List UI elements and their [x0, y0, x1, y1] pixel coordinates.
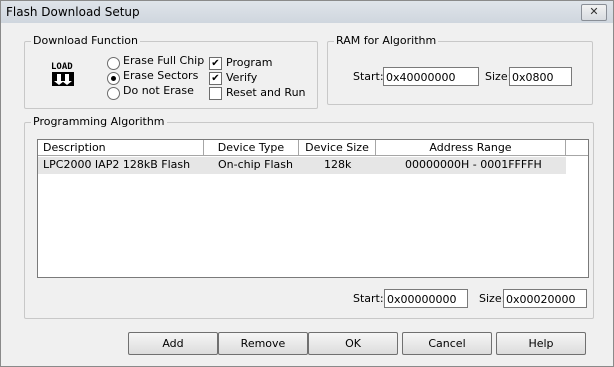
column-header-device-type[interactable]: Device Type	[204, 140, 299, 156]
ram-start-input[interactable]: 0x40000000	[383, 67, 479, 86]
close-button[interactable]: ✕	[581, 4, 607, 21]
algo-start-label: Start:	[353, 292, 384, 305]
ram-for-algorithm-group: RAM for Algorithm Start: 0x40000000 Size…	[327, 34, 593, 105]
column-header-address-range[interactable]: Address Range	[376, 140, 566, 156]
table-row[interactable]: LPC2000 IAP2 128kB Flash On-chip Flash 1…	[38, 157, 566, 174]
column-header-filler	[566, 140, 588, 156]
programming-algorithm-legend: Programming Algorithm	[31, 115, 167, 128]
algo-size-input[interactable]: 0x00020000	[503, 289, 587, 308]
load-icon-text: LOAD	[51, 62, 73, 72]
radio-button[interactable]	[107, 72, 120, 85]
add-button[interactable]: Add	[128, 332, 218, 355]
cancel-button[interactable]: Cancel	[402, 332, 492, 355]
algo-size-label: Size:	[479, 292, 506, 305]
close-icon: ✕	[589, 5, 599, 18]
column-header-device-size[interactable]: Device Size	[299, 140, 376, 156]
radio-button[interactable]	[107, 57, 120, 70]
window-title: Flash Download Setup	[6, 5, 140, 19]
algo-start-input[interactable]: 0x00000000	[384, 289, 468, 308]
checkbox[interactable]: ✔	[209, 57, 222, 70]
radio-label: Do not Erase	[123, 84, 194, 97]
load-icon: LOAD	[49, 59, 77, 89]
title-bar[interactable]: Flash Download Setup ✕	[1, 1, 613, 23]
checkbox[interactable]: ✔	[209, 72, 222, 85]
download-function-legend: Download Function	[31, 34, 140, 47]
checkbox[interactable]	[209, 87, 222, 100]
ram-start-label: Start:	[353, 70, 384, 83]
ram-size-input[interactable]: 0x0800	[509, 67, 572, 86]
cell-address-range: 00000000H - 0001FFFFH	[405, 158, 542, 171]
checkbox-label: Reset and Run	[226, 86, 306, 99]
radio-label: Erase Sectors	[123, 69, 199, 82]
checkbox-label: Verify	[226, 71, 258, 84]
checkbox-label: Program	[226, 56, 273, 69]
ram-size-label: Size:	[485, 70, 512, 83]
cell-description: LPC2000 IAP2 128kB Flash	[43, 158, 191, 171]
radio-button[interactable]	[107, 87, 120, 100]
ram-legend: RAM for Algorithm	[334, 34, 439, 47]
help-button[interactable]: Help	[496, 332, 586, 355]
cell-device-size: 128k	[324, 158, 352, 171]
radio-label: Erase Full Chip	[123, 54, 205, 67]
ok-button[interactable]: OK	[308, 332, 398, 355]
column-header-description[interactable]: Description	[38, 140, 204, 156]
cell-device-type: On-chip Flash	[218, 158, 293, 171]
flash-download-setup-dialog: Flash Download Setup ✕ Download Function…	[0, 0, 614, 367]
remove-button[interactable]: Remove	[218, 332, 308, 355]
download-function-group: Download Function LOAD Erase Full Chip E…	[24, 34, 318, 109]
algorithm-list[interactable]: Description Device Type Device Size Addr…	[37, 139, 589, 278]
